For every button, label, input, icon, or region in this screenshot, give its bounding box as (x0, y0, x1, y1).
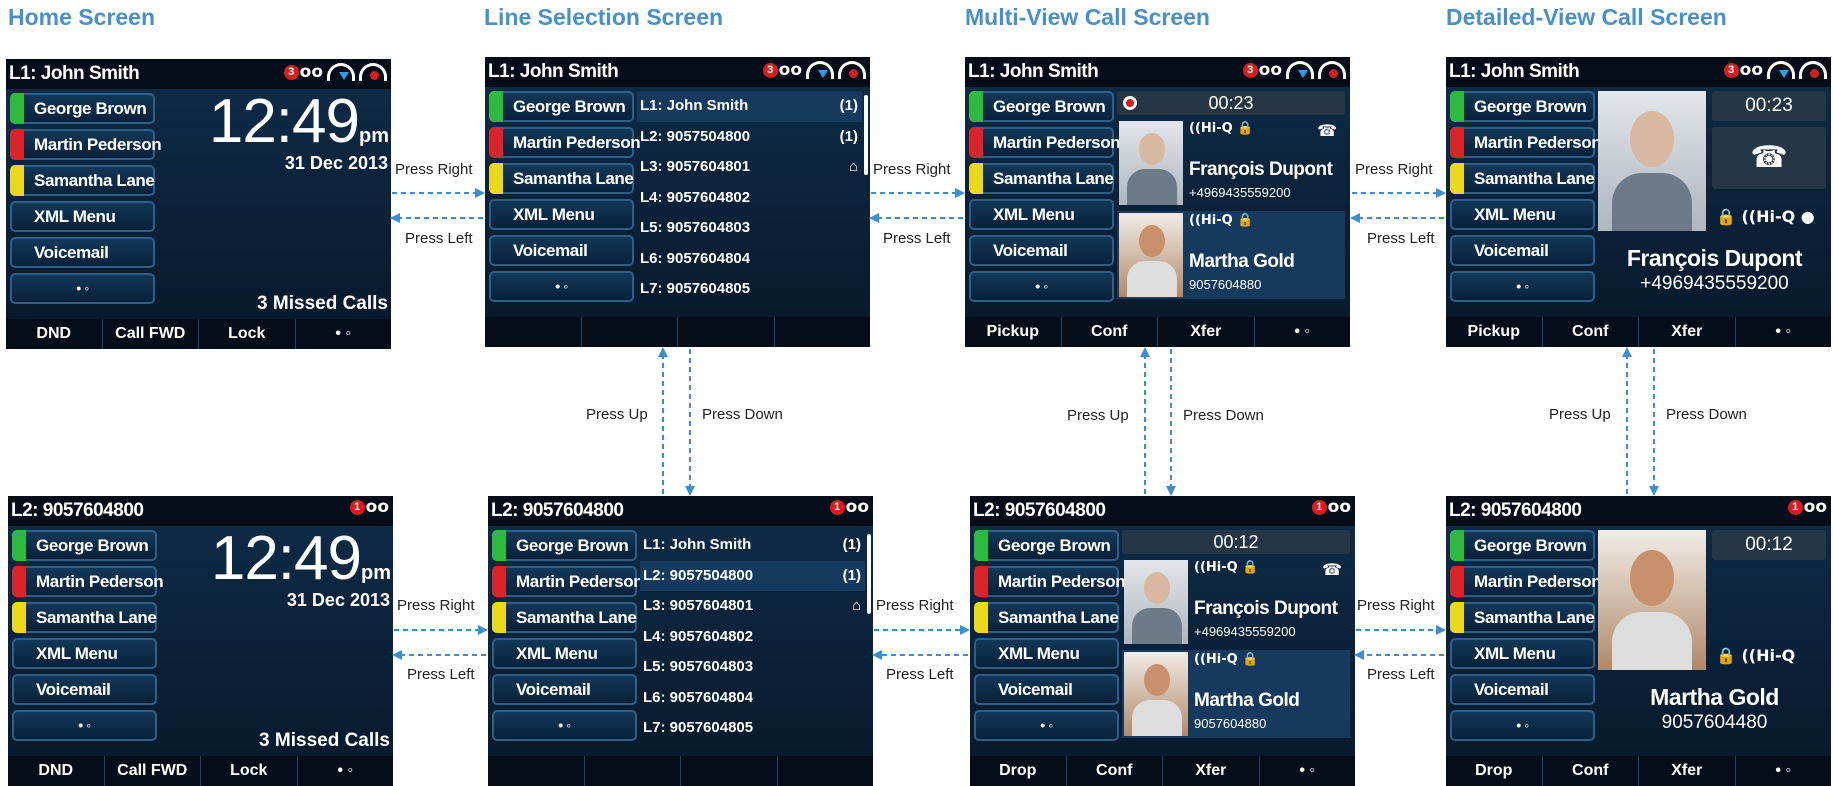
label-press-up: Press Up (1067, 407, 1129, 424)
label-press-left: Press Left (1367, 666, 1435, 683)
label-press-up: Press Up (586, 406, 648, 423)
label-press-left: Press Left (883, 230, 951, 247)
label-press-right: Press Right (876, 597, 954, 614)
label-press-down: Press Down (1666, 406, 1747, 423)
label-press-left: Press Left (405, 230, 473, 247)
label-press-right: Press Right (1355, 161, 1433, 178)
label-press-right: Press Right (395, 161, 473, 178)
label-press-left: Press Left (886, 666, 954, 683)
label-press-left: Press Left (407, 666, 475, 683)
label-press-up: Press Up (1549, 406, 1611, 423)
label-press-down: Press Down (702, 406, 783, 423)
label-press-left: Press Left (1367, 230, 1435, 247)
label-press-right: Press Right (873, 161, 951, 178)
label-press-down: Press Down (1183, 407, 1264, 424)
label-press-right: Press Right (397, 597, 475, 614)
label-press-right: Press Right (1357, 597, 1435, 614)
